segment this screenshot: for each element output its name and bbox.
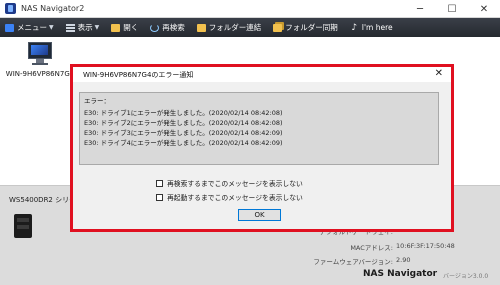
refresh-icon xyxy=(150,23,160,32)
app-icon xyxy=(5,3,16,14)
open-folder-icon xyxy=(111,23,121,32)
info-value: 2.90 xyxy=(396,256,411,264)
open-button[interactable]: 開く xyxy=(106,18,145,37)
menu-icon xyxy=(5,23,14,32)
im-here-label: I'm here xyxy=(361,23,393,32)
folder-sync-label: フォルダー同期 xyxy=(285,23,338,32)
brand-logo: NAS Navigator xyxy=(363,269,438,279)
ok-button[interactable]: OK xyxy=(238,209,281,221)
info-key: ファームウェアバージョン: xyxy=(313,258,393,266)
refresh-button[interactable]: 再検索 xyxy=(145,18,192,37)
checkbox-label: 再検索するまでこのメッセージを表示しない xyxy=(167,180,303,188)
device-item[interactable]: WIN-9H6VP86N7G4 xyxy=(5,42,75,78)
error-message-box: エラー： E30: ドライブ1にエラーが発生しました。(2020/02/14 0… xyxy=(79,92,439,165)
info-key: MACアドレス: xyxy=(350,244,393,252)
im-here-button[interactable]: ♪ I'm here xyxy=(345,18,400,37)
folder-link-icon xyxy=(196,23,206,32)
error-dialog: WIN-9H6VP86N7G4のエラー通知 ✕ エラー： E30: ドライブ1に… xyxy=(70,64,454,232)
view-label: 表示 xyxy=(77,23,93,32)
close-window-button[interactable]: ✕ xyxy=(468,0,500,18)
suppress-until-research-checkbox[interactable]: 再検索するまでこのメッセージを表示しない xyxy=(156,178,303,188)
menu-label: メニュー xyxy=(17,23,47,32)
music-note-icon: ♪ xyxy=(351,22,358,33)
folder-sync-icon xyxy=(273,23,283,32)
dialog-title-bar: WIN-9H6VP86N7G4のエラー通知 ✕ xyxy=(73,67,451,82)
view-icon xyxy=(65,23,75,32)
view-button[interactable]: 表示 ▼ xyxy=(61,18,107,37)
version-label: バージョン3.0.0 xyxy=(443,273,489,280)
window-title: NAS Navigator2 xyxy=(21,4,85,13)
chevron-down-icon: ▼ xyxy=(49,24,54,31)
refresh-label: 再検索 xyxy=(162,23,185,32)
maximize-button[interactable]: ☐ xyxy=(436,0,468,18)
open-label: 開く xyxy=(123,23,139,32)
menu-button[interactable]: メニュー ▼ xyxy=(0,18,61,37)
title-bar: NAS Navigator2 ─ ☐ ✕ xyxy=(0,0,500,18)
error-line: E30: ドライブ2にエラーが発生しました。(2020/02/14 08:42:… xyxy=(84,119,283,127)
folder-sync-button[interactable]: フォルダー同期 xyxy=(268,18,345,37)
error-line: E30: ドライブ3にエラーが発生しました。(2020/02/14 08:42:… xyxy=(84,129,283,137)
info-value: 10:6F:3F:17:50:48 xyxy=(396,242,455,250)
minimize-button[interactable]: ─ xyxy=(404,0,436,18)
error-line: E30: ドライブ1にエラーが発生しました。(2020/02/14 08:42:… xyxy=(84,109,283,117)
suppress-until-restart-checkbox[interactable]: 再起動するまでこのメッセージを表示しない xyxy=(156,192,303,202)
folder-link-button[interactable]: フォルダー連結 xyxy=(192,18,269,37)
checkbox-box[interactable] xyxy=(156,179,163,187)
toolbar: メニュー ▼ 表示 ▼ 開く 再検索 フォルダー連結 フォルダー同期 ♪ I'm… xyxy=(0,18,500,37)
chevron-down-icon: ▼ xyxy=(94,24,100,31)
checkbox-box[interactable] xyxy=(156,193,163,201)
error-header: エラー： xyxy=(84,97,110,105)
folder-link-label: フォルダー連結 xyxy=(208,23,262,32)
nas-device-icon[interactable] xyxy=(14,214,32,238)
dialog-title: WIN-9H6VP86N7G4のエラー通知 xyxy=(83,70,194,79)
device-name: WIN-9H6VP86N7G4 xyxy=(5,70,75,78)
error-line: E30: ドライブ4にエラーが発生しました。(2020/02/14 08:42:… xyxy=(84,139,283,147)
checkbox-label: 再起動するまでこのメッセージを表示しない xyxy=(167,194,303,202)
computer-icon xyxy=(25,42,55,66)
close-icon[interactable]: ✕ xyxy=(435,68,443,79)
